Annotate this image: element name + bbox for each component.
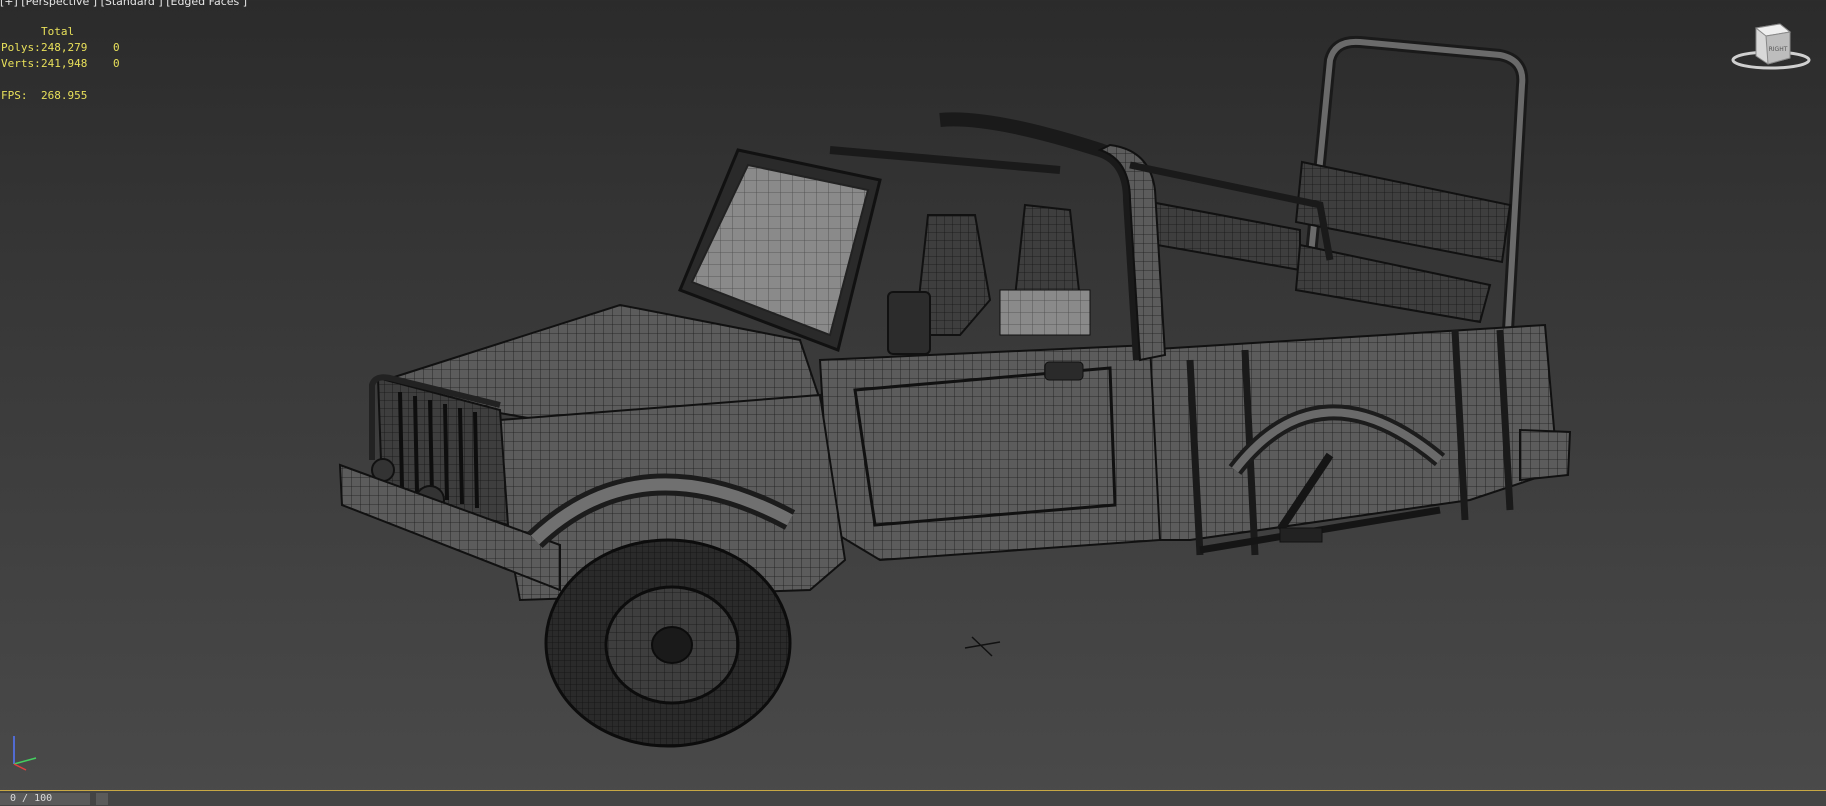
time-slider[interactable]: 0 / 100 [0, 790, 1826, 806]
axis-gizmo-icon [13, 736, 37, 771]
viewcube-icon[interactable]: RIGHT [1728, 18, 1814, 74]
viewcube-face-label: RIGHT [1769, 46, 1788, 53]
perspective-viewport[interactable]: [+] [Perspective ] [Standard ] [Edged Fa… [0, 0, 1826, 790]
next-frame-icon[interactable] [96, 793, 108, 805]
frame-counter[interactable]: 0 / 100 [0, 793, 90, 805]
vehicle-wireframe-model[interactable] [0, 0, 1826, 790]
